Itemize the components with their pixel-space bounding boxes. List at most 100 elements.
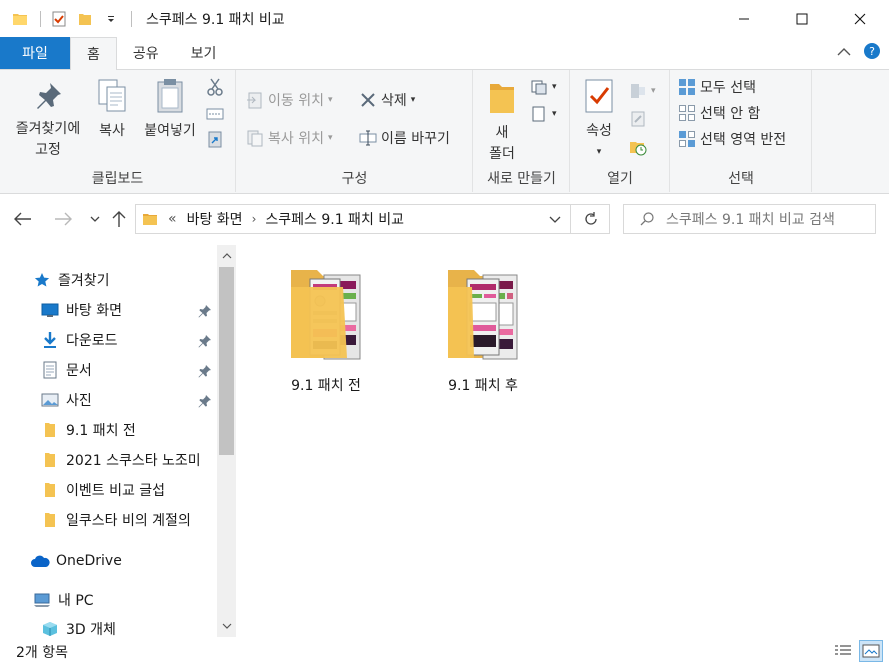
folder-icon xyxy=(10,9,30,29)
details-view-button[interactable] xyxy=(831,640,855,662)
folder-icon xyxy=(40,420,60,440)
folder-icon xyxy=(40,510,60,530)
nav-item-label: 2021 스쿠스타 노조미 xyxy=(66,453,201,469)
desktop-icon xyxy=(40,300,60,320)
file-list: 9.1 패치 전 9.1 패치 후 xyxy=(238,245,889,637)
document-icon xyxy=(40,360,60,380)
nav-item-label: 이벤트 비교 글섭 xyxy=(66,483,166,499)
scroll-up-icon[interactable] xyxy=(217,247,236,265)
delete-label: 삭제 xyxy=(381,93,407,109)
nav-item-folder[interactable]: 일쿠스타 비의 계절의 xyxy=(40,506,191,534)
copy-button[interactable]: 복사 xyxy=(90,78,134,142)
nav-quick-access[interactable]: 즐겨찾기 xyxy=(32,266,110,294)
new-item-button[interactable]: ▾ xyxy=(530,76,557,98)
nav-item-folder[interactable]: 9.1 패치 전 xyxy=(40,416,136,444)
folder-item[interactable]: 9.1 패치 후 xyxy=(418,267,548,395)
new-folder-button[interactable]: 새 폴더 xyxy=(480,78,524,165)
copy-path-icon xyxy=(206,105,224,123)
address-history-dropdown[interactable] xyxy=(549,215,561,223)
nav-item-label: 다운로드 xyxy=(66,333,118,349)
refresh-button[interactable] xyxy=(570,204,610,234)
properties-icon[interactable] xyxy=(49,9,69,29)
history-button[interactable] xyxy=(629,136,651,158)
customize-dropdown-icon[interactable] xyxy=(101,9,121,29)
paste-shortcut-button[interactable] xyxy=(206,128,228,150)
cut-button[interactable] xyxy=(206,76,228,98)
status-bar: 2개 항목 xyxy=(0,637,889,666)
close-button[interactable] xyxy=(831,0,889,38)
chevron-right-icon[interactable]: › xyxy=(252,212,257,226)
move-to-icon xyxy=(246,91,264,109)
nav-scrollbar[interactable] xyxy=(217,245,236,637)
address-bar[interactable]: « 바탕 화면 › 스쿠페스 9.1 패치 비교 xyxy=(135,204,610,234)
open-button[interactable]: ▾ xyxy=(629,80,656,102)
title-bar: 스쿠페스 9.1 패치 비교 xyxy=(0,0,889,38)
paste-button[interactable]: 붙여넣기 xyxy=(138,78,202,142)
properties-button[interactable]: 속성 ▾ xyxy=(577,78,621,163)
maximize-button[interactable] xyxy=(773,0,831,38)
folder-thumbnail-icon xyxy=(284,267,368,369)
tab-file[interactable]: 파일 xyxy=(0,37,70,69)
nav-item-downloads[interactable]: 다운로드 xyxy=(40,326,118,354)
select-all-button[interactable]: 모두 선택 xyxy=(678,76,756,98)
tab-view[interactable]: 보기 xyxy=(175,37,233,69)
copy-to-button[interactable]: 복사 위치 ▾ xyxy=(246,127,333,149)
scrollbar-thumb[interactable] xyxy=(219,267,234,455)
edit-button[interactable] xyxy=(629,108,651,130)
nav-item-pictures[interactable]: 사진 xyxy=(40,386,92,414)
picture-icon xyxy=(40,390,60,410)
nav-this-pc[interactable]: 내 PC xyxy=(32,586,94,614)
computer-icon xyxy=(32,590,52,610)
easy-access-button[interactable]: ▾ xyxy=(530,103,557,125)
chevron-down-icon: ▾ xyxy=(552,109,557,119)
select-none-button[interactable]: 선택 안 함 xyxy=(678,102,760,124)
invert-selection-button[interactable]: 선택 영역 반전 xyxy=(678,128,786,150)
collapse-ribbon-icon[interactable] xyxy=(837,45,851,61)
tab-share[interactable]: 공유 xyxy=(117,37,175,69)
nav-item-documents[interactable]: 문서 xyxy=(40,356,92,384)
scroll-down-icon[interactable] xyxy=(217,617,236,635)
details-view-icon xyxy=(835,645,851,655)
back-button[interactable] xyxy=(12,207,34,231)
folder-item[interactable]: 9.1 패치 전 xyxy=(261,267,391,395)
nav-item-folder[interactable]: 이벤트 비교 글섭 xyxy=(40,476,165,504)
new-item-icon xyxy=(530,78,548,96)
pin-icon[interactable] xyxy=(198,364,212,378)
breadcrumb-desktop[interactable]: 바탕 화면 xyxy=(187,209,243,229)
rename-button[interactable]: 이름 바꾸기 xyxy=(359,127,450,149)
pin-icon[interactable] xyxy=(198,394,212,408)
search-placeholder: 스쿠페스 9.1 패치 비교 검색 xyxy=(666,212,835,228)
large-icons-view-icon xyxy=(862,644,880,658)
large-icons-view-button[interactable] xyxy=(859,640,883,662)
copy-to-icon xyxy=(246,129,264,147)
pin-icon[interactable] xyxy=(198,304,212,318)
clipboard-group-label: 클립보드 xyxy=(91,171,144,187)
clipboard-group: 즐겨찾기에 고정 복사 붙여넣기 클립보드 xyxy=(0,70,236,192)
nav-item-label: 9.1 패치 전 xyxy=(66,423,136,439)
pin-to-quick-access-button[interactable]: 즐겨찾기에 고정 xyxy=(6,80,90,161)
breadcrumb-current[interactable]: 스쿠페스 9.1 패치 비교 xyxy=(265,209,404,229)
pin-icon[interactable] xyxy=(198,334,212,348)
nav-item-desktop[interactable]: 바탕 화면 xyxy=(40,296,122,324)
copy-path-button[interactable] xyxy=(206,103,228,125)
new-folder-icon[interactable] xyxy=(75,9,95,29)
easy-access-icon xyxy=(530,105,548,123)
chevron-down-icon: ▾ xyxy=(651,86,656,96)
search-box[interactable]: 스쿠페스 9.1 패치 비교 검색 xyxy=(623,204,876,234)
delete-button[interactable]: 삭제 ▾ xyxy=(359,89,415,111)
organize-group: 이동 위치 ▾ 삭제 ▾ 복사 위치 ▾ 이름 바꾸기 구성 xyxy=(237,70,473,192)
nav-onedrive[interactable]: OneDrive xyxy=(30,547,122,575)
invert-selection-icon xyxy=(678,130,696,148)
folder-item-label: 9.1 패치 전 xyxy=(291,378,361,394)
minimize-button[interactable] xyxy=(715,0,773,38)
recent-locations-button[interactable] xyxy=(84,207,106,231)
up-button[interactable] xyxy=(108,207,130,231)
move-to-button[interactable]: 이동 위치 ▾ xyxy=(246,89,333,111)
tab-home[interactable]: 홈 xyxy=(70,37,117,70)
breadcrumb-overflow[interactable]: « xyxy=(168,211,177,227)
select-group: 모두 선택 선택 안 함 선택 영역 반전 선택 xyxy=(671,70,812,192)
forward-button[interactable] xyxy=(52,207,74,231)
open-icon xyxy=(629,82,647,100)
nav-item-folder[interactable]: 2021 스쿠스타 노조미 xyxy=(40,446,201,474)
help-icon[interactable]: ? xyxy=(863,42,881,64)
